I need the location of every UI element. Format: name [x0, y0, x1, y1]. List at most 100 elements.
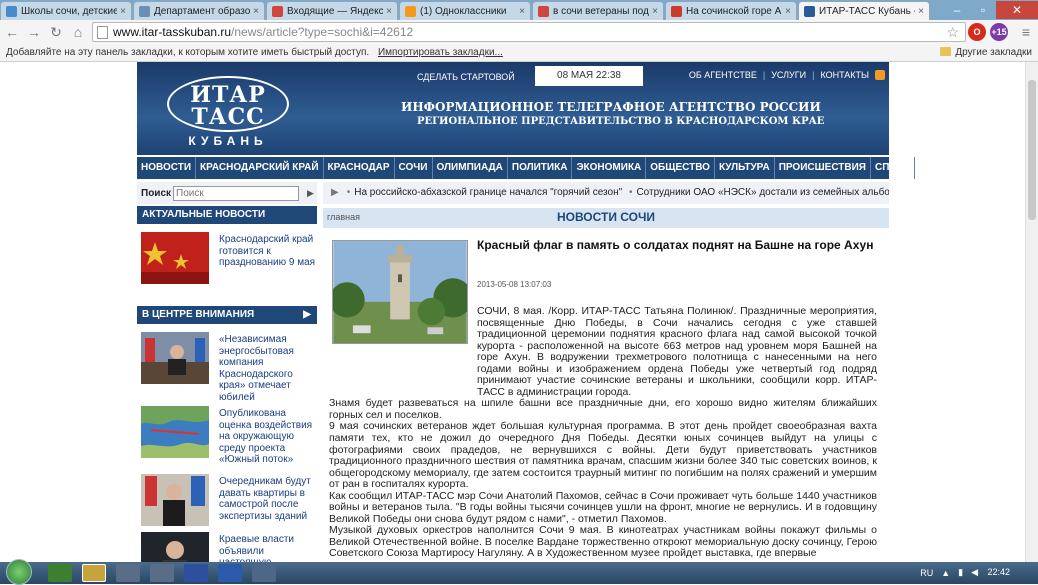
- focus-header: В ЦЕНТРЕ ВНИМАНИЯ ▶: [137, 306, 317, 324]
- network-icon[interactable]: ▮: [958, 567, 963, 578]
- clock[interactable]: 22:42: [987, 567, 1010, 577]
- menu-item-sport[interactable]: СПОРТ: [871, 157, 915, 179]
- extension-badge[interactable]: +15: [990, 23, 1008, 41]
- top-links: ОБ АГЕНТСТВЕ | УСЛУГИ | КОНТАКТЫ: [689, 70, 885, 80]
- focus-item-4[interactable]: Краевые власти объявили настоящую: [141, 532, 317, 562]
- site: ИТАР ТАСС КУБАНЬ СДЕЛАТЬ СТАРТОВОЙ 08 МА…: [137, 62, 949, 562]
- reload-icon[interactable]: ↻: [46, 22, 66, 42]
- focus-text-1: «Независимая энергосбытовая компания Кра…: [219, 334, 294, 403]
- tab-1[interactable]: Школы сочи, детские ×: [0, 1, 132, 20]
- tab-7-active[interactable]: ИТАР-ТАСС Кубань - ×: [798, 1, 930, 20]
- close-icon[interactable]: ×: [519, 6, 525, 17]
- back-icon[interactable]: ←: [2, 22, 22, 42]
- other-bookmarks[interactable]: Другие закладки: [940, 44, 1032, 61]
- app-icon[interactable]: [252, 564, 276, 582]
- bookmark-star-icon[interactable]: ☆: [946, 24, 959, 41]
- taskbar: RU ▲ ▮ ◀ 22:42: [0, 559, 1038, 585]
- window-close-icon[interactable]: ✕: [996, 1, 1038, 19]
- address-bar[interactable]: www.itar-tasskuban.ru/news/article?type=…: [92, 22, 966, 42]
- app-icon[interactable]: [48, 564, 72, 582]
- favicon-icon: [671, 5, 682, 17]
- app-icon[interactable]: [116, 564, 140, 582]
- main-menu: НОВОСТИ КРАСНОДАРСКИЙ КРАЙ КРАСНОДАР СОЧ…: [137, 157, 949, 179]
- tab-label: На сочинской горе А: [686, 5, 782, 17]
- opera-extension-icon[interactable]: O: [968, 23, 986, 41]
- search-input[interactable]: [173, 185, 300, 201]
- scrollbar-thumb[interactable]: [1028, 80, 1036, 220]
- ticker-item[interactable]: На российско-абхазской границе начался "…: [354, 187, 622, 198]
- official-photo-thumb: [141, 474, 209, 526]
- menu-item-incidents[interactable]: ПРОИСШЕСТВИЯ: [775, 157, 871, 179]
- menu-item-economy[interactable]: ЭКОНОМИКА: [572, 157, 647, 179]
- menu-item-krasnodar[interactable]: КРАСНОДАР: [324, 157, 395, 179]
- start-button-icon[interactable]: [6, 559, 32, 585]
- vertical-scrollbar[interactable]: [1025, 62, 1038, 562]
- tab-2[interactable]: Департамент образов ×: [133, 1, 265, 20]
- focus-item-1[interactable]: «Независимая энергосбытовая компания Кра…: [141, 332, 317, 403]
- menu-item-politics[interactable]: ПОЛИТИКА: [508, 157, 573, 179]
- minimize-icon[interactable]: –: [944, 1, 970, 19]
- contacts-link[interactable]: КОНТАКТЫ: [820, 70, 869, 80]
- yandex-icon: [538, 5, 549, 17]
- url-host: www.itar-tasskuban.ru: [113, 25, 232, 39]
- tray-arrow-icon[interactable]: ▲: [941, 568, 950, 578]
- site-subtitle: РЕГИОНАЛЬНОЕ ПРЕДСТАВИТЕЛЬСТВО В КРАСНОД…: [417, 116, 825, 127]
- close-icon[interactable]: ×: [120, 6, 126, 17]
- ticker-item[interactable]: Сотрудники ОАО «НЭСК» достали из семейны…: [636, 187, 889, 198]
- date-display: 08 МАЯ 22:38: [535, 66, 643, 86]
- menu-item-society[interactable]: ОБЩЕСТВО: [646, 157, 715, 179]
- import-bookmarks-link[interactable]: Импортировать закладки...: [378, 47, 503, 58]
- office-photo-thumb: [141, 332, 209, 384]
- tab-label: ИТАР-ТАСС Кубань -: [819, 5, 916, 17]
- home-icon[interactable]: ⌂: [68, 22, 88, 42]
- actual-news-item[interactable]: Краснодарский край готовится к празднова…: [141, 232, 317, 288]
- person-photo-thumb: [141, 532, 209, 562]
- language-indicator[interactable]: RU: [920, 568, 933, 578]
- menu-item-krasnodar-krai[interactable]: КРАСНОДАРСКИЙ КРАЙ: [196, 157, 324, 179]
- other-bookmarks-label: Другие закладки: [955, 47, 1032, 58]
- logo-line3: КУБАНЬ: [188, 134, 268, 148]
- menu-item-news[interactable]: НОВОСТИ: [137, 157, 197, 179]
- app-icon[interactable]: [184, 564, 208, 582]
- focus-item-2[interactable]: Опубликована оценка воздействия на окруж…: [141, 406, 317, 465]
- menu-item-sochi[interactable]: СОЧИ: [395, 157, 433, 179]
- tab-label: Школы сочи, детские: [21, 5, 118, 17]
- maximize-icon[interactable]: ▫: [970, 1, 996, 19]
- article-title: Красный флаг в память о солдатах поднят …: [477, 238, 874, 252]
- menu-item-olympiad[interactable]: ОЛИМПИАДА: [433, 157, 508, 179]
- services-link[interactable]: УСЛУГИ: [771, 70, 806, 80]
- article-paragraph: СОЧИ, 8 мая. /Корр. ИТАР-ТАСС Татьяна По…: [477, 305, 877, 398]
- forward-icon[interactable]: →: [24, 22, 44, 42]
- chrome-icon[interactable]: [82, 564, 106, 582]
- volume-icon[interactable]: ◀: [971, 567, 978, 578]
- toolbar: ← → ↻ ⌂ www.itar-tasskuban.ru/news/artic…: [0, 20, 1038, 44]
- close-icon[interactable]: ×: [386, 6, 392, 17]
- about-link[interactable]: ОБ АГЕНТСТВЕ: [689, 70, 757, 80]
- article-date: 2013-05-08 13:07:03: [477, 280, 552, 289]
- itar-tass-logo[interactable]: ИТАР ТАСС КУБАНЬ: [167, 76, 289, 148]
- close-icon[interactable]: ×: [652, 6, 658, 17]
- word-icon[interactable]: [218, 564, 242, 582]
- close-icon[interactable]: ×: [918, 6, 924, 17]
- tab-4[interactable]: (1) Одноклассники ×: [399, 1, 531, 20]
- tab-6[interactable]: На сочинской горе А ×: [665, 1, 797, 20]
- search-go-icon[interactable]: ▶: [307, 188, 314, 199]
- rss-icon[interactable]: [875, 70, 885, 80]
- focus-item-3[interactable]: Очередникам будут давать квартиры в само…: [141, 474, 317, 530]
- close-icon[interactable]: ×: [253, 6, 259, 17]
- article-paragraph: Знамя будет развеваться на шпиле башни в…: [329, 397, 877, 421]
- menu-item-culture[interactable]: КУЛЬТУРА: [715, 157, 775, 179]
- menu-item-photo[interactable]: ФОТО: [915, 157, 953, 179]
- arrow-right-icon[interactable]: ▶: [303, 306, 311, 324]
- tab-3[interactable]: Входящие — Яндекс. ×: [266, 1, 398, 20]
- breadcrumb-home[interactable]: главная: [327, 212, 360, 222]
- bookmarks-prompt: Добавляйте на эту панель закладки, к кот…: [6, 47, 370, 58]
- favicon-icon: [6, 5, 17, 17]
- close-icon[interactable]: ×: [785, 6, 791, 17]
- menu-icon[interactable]: ≡: [1016, 22, 1036, 42]
- article-paragraph: 9 мая сочинских ветеранов ждет большая к…: [329, 420, 877, 491]
- app-icon[interactable]: [150, 564, 174, 582]
- tab-5[interactable]: в сочи ветераны под ×: [532, 1, 664, 20]
- make-start-link[interactable]: СДЕЛАТЬ СТАРТОВОЙ: [417, 72, 515, 82]
- victory-thumb: [141, 232, 209, 284]
